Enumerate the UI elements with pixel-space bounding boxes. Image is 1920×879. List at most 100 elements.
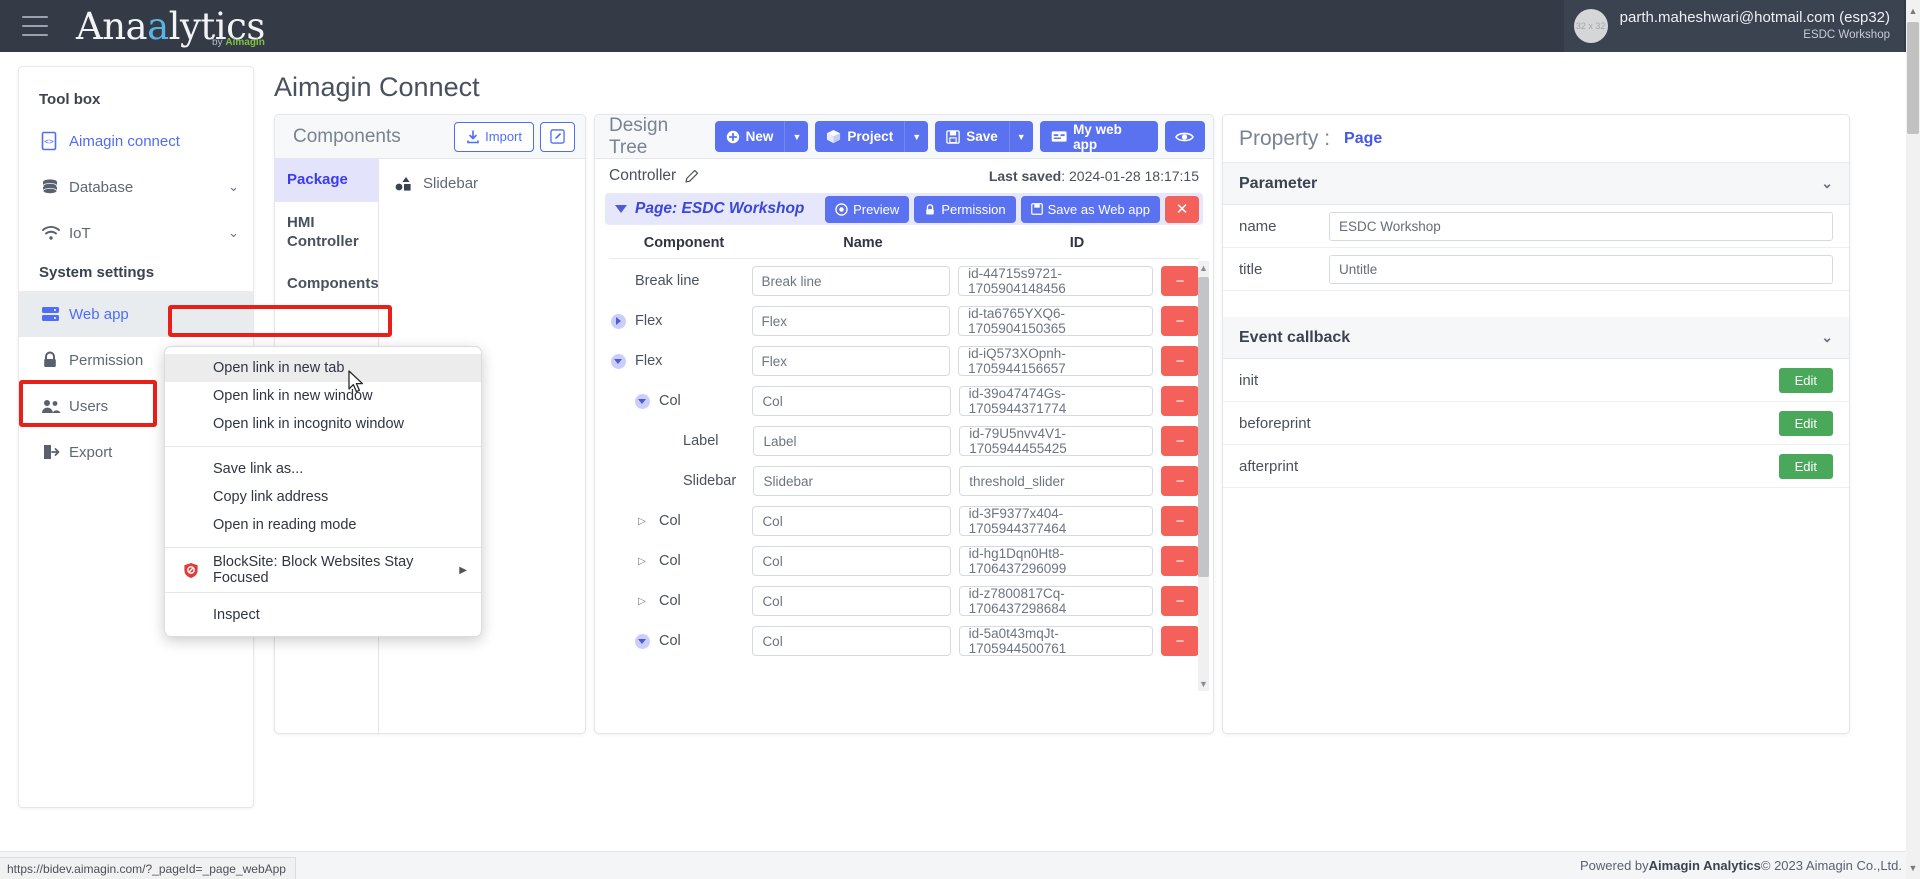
parameter-section-header[interactable]: Parameter ⌄: [1223, 163, 1849, 205]
expand-toggle-icon[interactable]: [615, 205, 627, 213]
scroll-up-arrow-icon[interactable]: ▲: [1907, 2, 1919, 20]
scroll-down-arrow-icon[interactable]: ▼: [1198, 677, 1209, 691]
parameter-name-input[interactable]: [1329, 211, 1833, 241]
chevron-down-icon[interactable]: ⌄: [1821, 175, 1833, 192]
delete-row-button[interactable]: −: [1161, 266, 1199, 296]
table-row[interactable]: Break line Break line id-44715s9721-170590…: [595, 261, 1213, 301]
preview-eye-button[interactable]: [1164, 121, 1205, 152]
parameter-title-input[interactable]: [1329, 254, 1833, 284]
tree-row-name-input[interactable]: Col: [752, 506, 951, 536]
tree-row-id-input[interactable]: id-hg1Dqn0Ht8-1706437296099: [958, 546, 1154, 576]
delete-row-button[interactable]: −: [1161, 546, 1199, 576]
delete-row-button[interactable]: −: [1161, 426, 1200, 456]
sidebar-item-aimagin-connect[interactable]: <> Aimagin connect: [19, 118, 253, 164]
new-button[interactable]: New: [714, 121, 785, 152]
tree-row-id-input[interactable]: id-5a0t43mqJt-1705944500761: [958, 626, 1154, 656]
browser-scrollbar-track[interactable]: ▲ ▼: [1906, 0, 1920, 879]
chevron-down-icon[interactable]: ⌄: [1821, 329, 1833, 346]
tree-row-id-input[interactable]: id-ta6765YXQ6-1705904150365: [958, 306, 1153, 336]
project-dropdown-caret[interactable]: ▼: [904, 121, 929, 152]
user-account-area[interactable]: 32 x 32 parth.maheshwari@hotmail.com (es…: [1563, 0, 1904, 52]
project-button[interactable]: Project: [815, 121, 905, 152]
tree-row-name-input[interactable]: Flex: [751, 306, 951, 336]
tree-row-name-input[interactable]: Slidebar: [753, 466, 952, 496]
table-row[interactable]: Flex Flex id-ta6765YXQ6-1705904150365−: [595, 301, 1213, 341]
context-menu-item[interactable]: Open in reading mode: [165, 511, 481, 539]
table-row[interactable]: ▷ Col Col id-hg1Dqn0Ht8-1706437296099−: [595, 541, 1213, 581]
scroll-down-arrow-icon[interactable]: ▼: [1907, 859, 1919, 877]
expand-toggle-icon[interactable]: [609, 353, 627, 369]
edit-afterprint-button[interactable]: Edit: [1778, 453, 1833, 479]
save-dropdown-caret[interactable]: ▼: [1008, 121, 1033, 152]
table-row[interactable]: Label Label id-79U5nvv4V1-1705944455425−: [595, 421, 1213, 461]
expand-toggle-icon[interactable]: [633, 393, 651, 409]
page-row[interactable]: Page: ESDC Workshop Preview Permission S…: [605, 193, 1203, 225]
sidebar-item-web-app[interactable]: Web app: [19, 291, 253, 337]
context-menu-item[interactable]: Open link in new window: [165, 382, 481, 410]
brand-logo[interactable]: Anaalytics by Aimagin: [76, 0, 265, 52]
new-dropdown-caret[interactable]: ▼: [784, 121, 809, 152]
delete-row-button[interactable]: −: [1161, 346, 1199, 376]
browser-context-menu[interactable]: Open link in new tab Open link in new win…: [164, 346, 482, 637]
tab-hmi-controller[interactable]: HMI Controller: [275, 202, 378, 264]
delete-row-button[interactable]: −: [1161, 306, 1199, 336]
preview-button[interactable]: Preview: [825, 195, 910, 223]
table-row[interactable]: ▷ Col Col id-z7800817Cq-1706437298684−: [595, 581, 1213, 621]
table-row[interactable]: ▷ Col Col id-3F9377x404-1705944377464−: [595, 501, 1213, 541]
table-row[interactable]: Col Col id-39o47474Gs-1705944371774−: [595, 381, 1213, 421]
tree-row-id-input[interactable]: id-iQ573XOpnh-1705944156657: [958, 346, 1153, 376]
tab-components[interactable]: Components: [275, 263, 379, 306]
context-menu-item[interactable]: Save link as...: [165, 455, 481, 483]
edit-components-button[interactable]: [540, 121, 575, 152]
pencil-icon[interactable]: [684, 169, 699, 184]
context-menu-item[interactable]: Open link in incognito window: [165, 410, 481, 438]
save-as-web-app-button[interactable]: Save as Web app: [1020, 195, 1160, 223]
collapse-toggle-icon[interactable]: ▷: [633, 556, 651, 567]
context-menu-item[interactable]: Open link in new tab: [165, 354, 481, 382]
table-row[interactable]: Slidebar Slidebar threshold_slider −: [595, 461, 1213, 501]
tree-row-name-input[interactable]: Flex: [751, 346, 951, 376]
edit-init-button[interactable]: Edit: [1778, 367, 1833, 393]
import-button[interactable]: Import: [454, 121, 534, 152]
chevron-right-icon[interactable]: ▶: [459, 565, 467, 576]
tree-row-name-input[interactable]: Col: [752, 546, 951, 576]
tree-row-name-input[interactable]: Break line: [751, 266, 951, 296]
permission-button[interactable]: Permission: [914, 195, 1016, 223]
tree-row-name-input[interactable]: Label: [753, 426, 952, 456]
collapse-toggle-icon[interactable]: [609, 313, 627, 329]
delete-row-button[interactable]: −: [1161, 586, 1199, 616]
tree-row-id-input[interactable]: id-44715s9721-1705904148456: [958, 266, 1153, 296]
table-row[interactable]: Col Col id-5a0t43mqJt-1705944500761−: [595, 621, 1213, 661]
chevron-down-icon[interactable]: ⌄: [228, 179, 239, 195]
tree-row-id-input[interactable]: id-39o47474Gs-1705944371774: [958, 386, 1154, 416]
tree-row-id-input[interactable]: id-3F9377x404-1705944377464: [958, 506, 1154, 536]
tab-package[interactable]: Package: [275, 159, 378, 202]
browser-scrollbar-thumb[interactable]: [1907, 22, 1919, 134]
tree-scroll-area[interactable]: Break line Break line id-44715s9721-170590…: [595, 261, 1213, 691]
tree-row-id-input[interactable]: threshold_slider: [959, 466, 1154, 496]
scroll-up-arrow-icon[interactable]: ▲: [1198, 261, 1209, 275]
context-menu-item[interactable]: Copy link address: [165, 483, 481, 511]
tree-row-id-input[interactable]: id-79U5nvv4V1-1705944455425: [959, 426, 1154, 456]
tree-row-name-input[interactable]: Col: [752, 626, 951, 656]
hamburger-menu-icon[interactable]: [22, 16, 48, 36]
expand-toggle-icon[interactable]: [633, 633, 651, 649]
tree-row-name-input[interactable]: Col: [752, 386, 951, 416]
chevron-down-icon[interactable]: ⌄: [228, 225, 239, 241]
event-callback-section-header[interactable]: Event callback ⌄: [1223, 317, 1849, 359]
delete-row-button[interactable]: −: [1161, 626, 1199, 656]
collapse-toggle-icon[interactable]: ▷: [633, 596, 651, 607]
context-menu-item[interactable]: Inspect: [165, 601, 481, 629]
tree-row-id-input[interactable]: id-z7800817Cq-1706437298684: [958, 586, 1154, 616]
sidebar-item-iot[interactable]: IoT ⌄: [19, 210, 253, 256]
delete-row-button[interactable]: −: [1161, 386, 1199, 416]
edit-beforeprint-button[interactable]: Edit: [1778, 410, 1833, 436]
context-menu-item[interactable]: BlockSite: Block Websites Stay Focused ▶: [165, 554, 481, 586]
tree-row-name-input[interactable]: Col: [752, 586, 951, 616]
collapse-toggle-icon[interactable]: ▷: [633, 516, 651, 527]
save-button[interactable]: Save: [935, 121, 1009, 152]
sidebar-item-database[interactable]: Database ⌄: [19, 164, 253, 210]
delete-row-button[interactable]: −: [1161, 506, 1199, 536]
component-item-slidebar[interactable]: Slidebar: [387, 169, 577, 198]
close-page-button[interactable]: ✕: [1165, 195, 1199, 223]
